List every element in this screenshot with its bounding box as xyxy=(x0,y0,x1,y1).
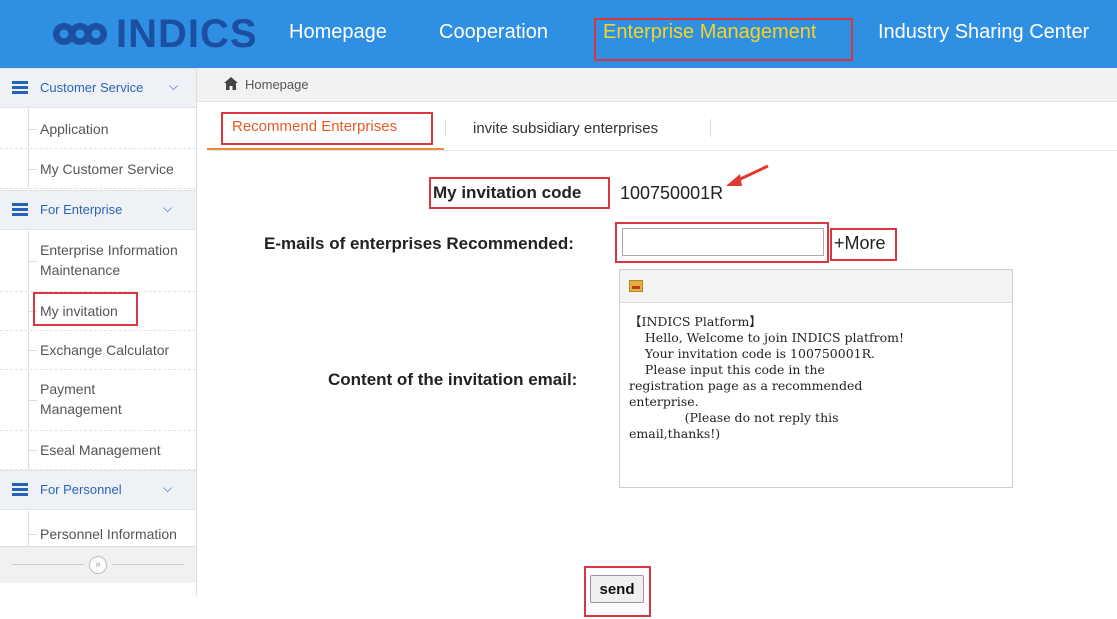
tab-divider xyxy=(710,119,711,137)
double-chevron-right-icon[interactable]: » xyxy=(89,556,107,574)
sidebar-group-for-personnel[interactable]: For Personnel ⌵ xyxy=(0,470,196,510)
insert-image-icon[interactable] xyxy=(629,280,643,292)
home-icon[interactable] xyxy=(224,77,238,90)
sidebar-item-enterprise-information-maintenance[interactable]: Enterprise Information Maintenance xyxy=(0,231,196,292)
sidebar-item-eseal-management[interactable]: Eseal Management xyxy=(0,431,196,470)
logo-mark-icon xyxy=(53,23,107,45)
sidebar-group-label: Customer Service xyxy=(40,80,144,95)
chevron-down-icon: ⌵ xyxy=(163,201,173,215)
active-tab-underline xyxy=(207,148,444,150)
editor-toolbar xyxy=(620,270,1012,303)
sidebar-item-label: Application xyxy=(40,121,109,137)
email-content-text[interactable]: 【INDICS Platform】 Hello, Welcome to join… xyxy=(629,314,1005,442)
sidebar-item-label: Enterprise Information Maintenance xyxy=(40,242,178,278)
tab-divider xyxy=(445,119,446,137)
sidebar-item-label: Exchange Calculator xyxy=(40,342,170,358)
nav-enterprise-management[interactable]: Enterprise Management xyxy=(603,21,816,44)
sidebar-item-label: Payment Management xyxy=(40,381,122,417)
breadcrumb: Homepage xyxy=(197,68,1117,102)
sidebar-item-label: Eseal Management xyxy=(40,442,161,458)
tab-recommend-enterprises[interactable]: Recommend Enterprises xyxy=(232,118,397,135)
nav-industry-sharing-center[interactable]: Industry Sharing Center xyxy=(878,21,1089,44)
email-content-label: Content of the invitation email: xyxy=(328,370,578,389)
sidebar-group-for-enterprise[interactable]: For Enterprise ⌵ xyxy=(0,190,196,230)
send-button[interactable]: send xyxy=(590,575,644,603)
sidebar-item-exchange-calculator[interactable]: Exchange Calculator xyxy=(0,331,196,370)
email-content-editor[interactable]: 【INDICS Platform】 Hello, Welcome to join… xyxy=(619,269,1013,488)
more-emails-link[interactable]: +More xyxy=(834,233,886,254)
chevron-down-icon: ⌵ xyxy=(169,79,179,93)
logo-text: INDICS xyxy=(116,11,258,56)
chevron-down-icon: ⌵ xyxy=(163,481,173,495)
top-nav-bar: INDICS Homepage Cooperation Enterprise M… xyxy=(0,0,1117,68)
sidebar-item-my-invitation[interactable]: My invitation xyxy=(0,292,196,331)
sidebar-item-label: My invitation xyxy=(40,303,118,319)
sidebar-item-my-customer-service[interactable]: My Customer Service xyxy=(0,149,196,189)
tab-invite-subsidiary-enterprises[interactable]: invite subsidiary enterprises xyxy=(473,120,658,137)
list-icon xyxy=(12,483,28,496)
sidebar-item-label: My Customer Service xyxy=(40,161,174,177)
list-icon xyxy=(12,203,28,216)
indics-logo[interactable]: INDICS xyxy=(50,11,258,57)
tab-bar: Recommend Enterprises invite subsidiary … xyxy=(207,101,1117,151)
sidebar-group-label: For Personnel xyxy=(40,482,122,497)
list-icon xyxy=(12,81,28,94)
sidebar-item-label: Personnel Information xyxy=(40,526,177,542)
invitation-code-value: 100750001R xyxy=(620,183,724,203)
nav-homepage[interactable]: Homepage xyxy=(289,21,387,44)
emails-label: E-mails of enterprises Recommended: xyxy=(264,234,574,253)
sidebar-group-customer-service[interactable]: Customer Service ⌵ xyxy=(0,68,196,108)
nav-cooperation[interactable]: Cooperation xyxy=(439,21,548,44)
sidebar-item-payment-management[interactable]: Payment Management xyxy=(0,370,196,431)
sidebar-collapse-bar: » xyxy=(0,546,196,583)
sidebar: Customer Service ⌵ Application My Custom… xyxy=(0,68,197,596)
sidebar-item-application[interactable]: Application xyxy=(0,109,196,149)
invitation-code-label: My invitation code xyxy=(433,183,582,202)
sidebar-group-label: For Enterprise xyxy=(40,202,123,217)
breadcrumb-homepage[interactable]: Homepage xyxy=(245,77,309,92)
email-input[interactable] xyxy=(622,228,824,256)
red-arrow-icon xyxy=(726,164,769,186)
